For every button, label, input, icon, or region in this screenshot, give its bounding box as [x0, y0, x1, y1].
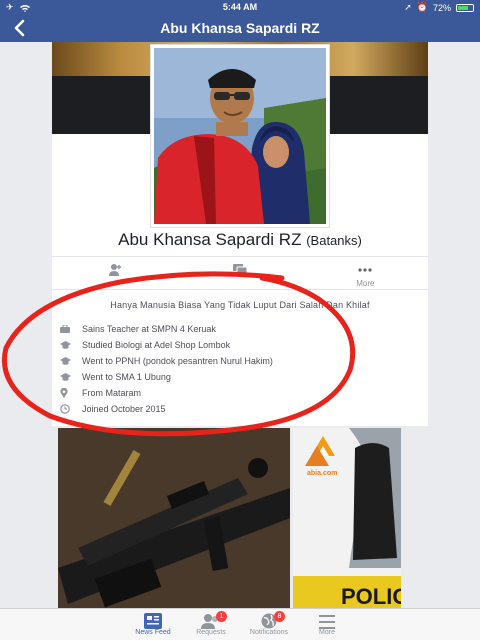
- photo-abia[interactable]: abia.com POLIGA: [293, 428, 401, 610]
- more-label: More: [356, 279, 375, 288]
- page-title: Abu Khansa Sapardi RZ: [160, 20, 320, 36]
- notifications-badge: 8: [274, 611, 285, 622]
- info-row-school-2[interactable]: Went to SMA 1 Ubung: [60, 369, 420, 385]
- battery-percent: 72%: [432, 2, 451, 13]
- tab-requests-label: Requests: [196, 629, 226, 636]
- photo-rifle[interactable]: [58, 428, 290, 610]
- info-row-school-1[interactable]: Went to PPNH (pondok pesantren Nurul Hak…: [60, 353, 420, 369]
- info-row-studied[interactable]: Studied Biologi at Adel Shop Lombok: [60, 337, 420, 353]
- info-text-hometown: From Mataram: [82, 388, 142, 398]
- profile-actions: More: [52, 256, 428, 290]
- tab-notifications-label: Notifications: [249, 629, 289, 636]
- profile-alternate-name: (Batanks): [306, 233, 362, 248]
- abia-image: [293, 428, 401, 610]
- info-text-work: Sains Teacher at SMPN 4 Keruak: [82, 324, 216, 334]
- tab-more-label: More: [319, 629, 335, 636]
- tab-requests[interactable]: 1 Requests: [182, 609, 240, 640]
- info-row-work[interactable]: Sains Teacher at SMPN 4 Keruak: [60, 321, 420, 337]
- requests-badge: 1: [216, 611, 227, 622]
- tab-news-feed-label: News Feed: [135, 629, 171, 636]
- news-feed-icon: [144, 613, 162, 629]
- profile-bio: Hanya Manusia Biasa Yang Tidak Luput Dar…: [110, 300, 370, 310]
- profile-picture[interactable]: [150, 44, 330, 228]
- info-text-studied: Studied Biologi at Adel Shop Lombok: [82, 340, 231, 350]
- profile-photo-image: [154, 48, 326, 224]
- info-text-school-1: Went to PPNH (pondok pesantren Nurul Hak…: [82, 356, 273, 366]
- info-text-joined: Joined October 2015: [82, 404, 166, 414]
- tab-news-feed[interactable]: News Feed: [124, 609, 182, 640]
- graduation-cap-icon: [60, 373, 71, 381]
- graduation-cap-icon: [60, 357, 71, 365]
- more-button[interactable]: More: [303, 257, 428, 289]
- add-friend-button[interactable]: [52, 257, 177, 289]
- battery-icon: [456, 3, 474, 12]
- profile-name: Abu Khansa Sapardi RZ (Batanks): [52, 230, 428, 250]
- message-icon: [232, 264, 247, 275]
- hamburger-menu-icon: [319, 615, 335, 629]
- rifle-image: [58, 428, 290, 610]
- intro-info-list: Sains Teacher at SMPN 4 Keruak Studied B…: [60, 321, 420, 417]
- message-button[interactable]: [177, 257, 302, 289]
- info-row-joined: Joined October 2015: [60, 401, 420, 417]
- tab-notifications[interactable]: 8 Notifications: [240, 609, 298, 640]
- navigation-bar: Abu Khansa Sapardi RZ: [0, 14, 480, 42]
- more-dots-icon: [358, 268, 372, 272]
- abia-poster-text: POLIGA: [341, 584, 401, 609]
- bottom-tab-bar: News Feed 1 Requests 8 Notifications Mor…: [0, 608, 480, 640]
- tab-more[interactable]: More: [298, 609, 356, 640]
- abia-logo-text: abia.com: [307, 470, 338, 477]
- info-text-school-2: Went to SMA 1 Ubung: [82, 372, 171, 382]
- briefcase-icon: [60, 325, 70, 333]
- location-pin-icon: [60, 388, 68, 398]
- profile-full-name: Abu Khansa Sapardi RZ: [118, 230, 302, 249]
- clock-icon: [60, 404, 70, 414]
- graduation-cap-icon: [60, 341, 71, 349]
- alarm-icon: ⏰: [416, 2, 428, 12]
- info-row-hometown[interactable]: From Mataram: [60, 385, 420, 401]
- add-friend-icon: [108, 264, 121, 276]
- location-arrow-icon: ➚: [404, 2, 412, 12]
- status-bar: ✈ 5:44 AM ➚ ⏰ 72%: [0, 0, 480, 14]
